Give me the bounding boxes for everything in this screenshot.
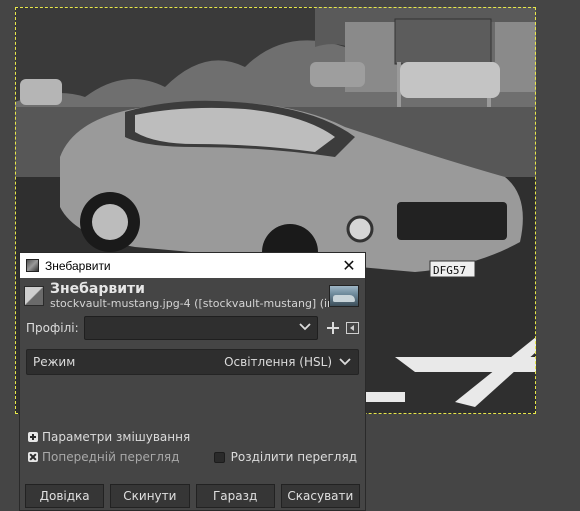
dialog-buttons: Довідка Скинути Гаразд Скасувати — [25, 484, 360, 508]
chevron-down-icon — [299, 323, 311, 331]
mode-combo[interactable]: Режим Освітлення (HSL) — [26, 349, 359, 375]
desaturate-dialog: Знебарвити ✕ Знебарвити stockvault-musta… — [19, 252, 366, 511]
preview-checkbox[interactable] — [28, 452, 38, 462]
license-plate-text: DFG57 — [433, 264, 466, 277]
presets-combo[interactable] — [83, 316, 319, 340]
preview-row: Попередній перегляд Розділити перегляд — [20, 447, 365, 467]
cancel-button[interactable]: Скасувати — [280, 484, 360, 508]
blending-options-label: Параметри змішування — [42, 430, 191, 444]
plus-icon[interactable] — [326, 321, 340, 335]
image-thumbnail — [329, 284, 359, 307]
header-subtitle: stockvault-mustang.jpg-4 ([stockvault-mu… — [50, 297, 329, 310]
presets-row: Профілі: — [20, 313, 365, 343]
presets-label: Профілі: — [26, 321, 79, 335]
preview-label[interactable]: Попередній перегляд — [42, 450, 214, 464]
ok-button[interactable]: Гаразд — [195, 484, 275, 508]
reset-button[interactable]: Скинути — [110, 484, 190, 508]
menu-arrow-icon[interactable] — [346, 322, 359, 334]
expander-plus-icon — [28, 432, 38, 442]
blending-options-expander[interactable]: Параметри змішування — [20, 427, 365, 447]
desaturate-icon — [24, 285, 44, 306]
dialog-header: Знебарвити stockvault-mustang.jpg-4 ([st… — [20, 278, 365, 310]
desaturate-app-icon — [26, 259, 39, 272]
dialog-titlebar[interactable]: Знебарвити ✕ — [20, 253, 365, 278]
split-view-label[interactable]: Розділити перегляд — [231, 450, 357, 464]
split-view-checkbox[interactable] — [213, 451, 225, 463]
mode-value: Освітлення (HSL) — [224, 355, 332, 369]
chevron-down-icon — [339, 358, 351, 366]
close-icon[interactable]: ✕ — [339, 256, 359, 276]
dialog-window-title: Знебарвити — [45, 258, 111, 273]
help-button[interactable]: Довідка — [25, 484, 105, 508]
header-title: Знебарвити — [50, 281, 145, 297]
mode-label: Режим — [33, 355, 76, 369]
